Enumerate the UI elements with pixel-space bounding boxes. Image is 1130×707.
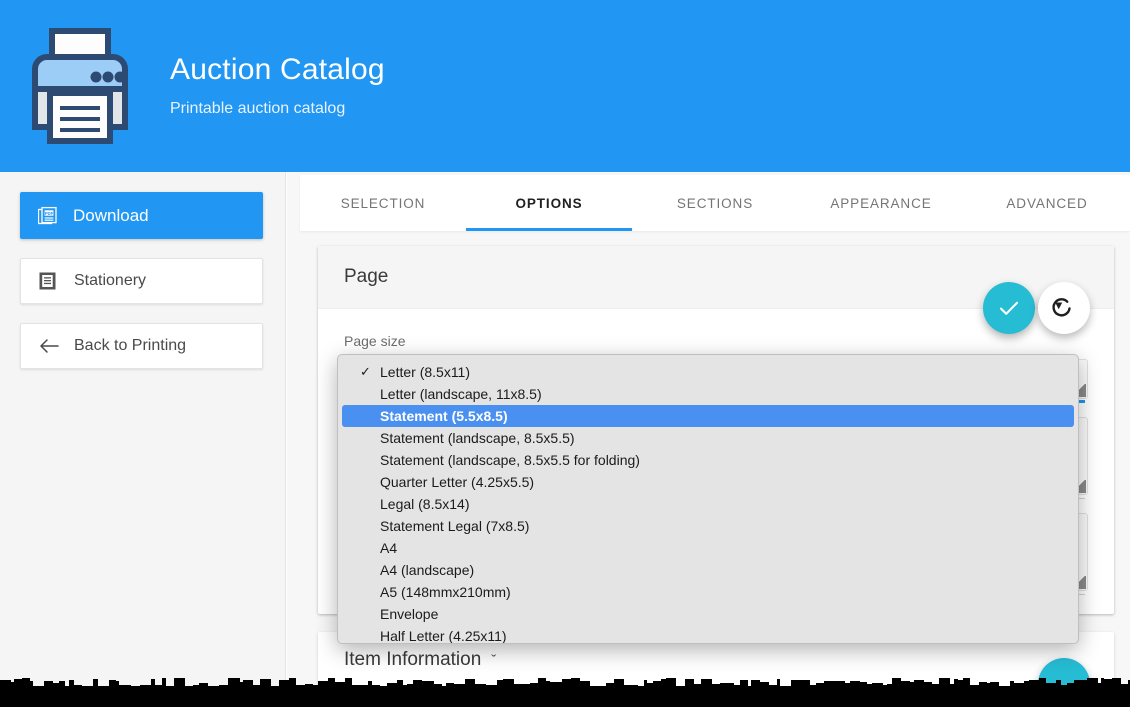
sidebar-item-download[interactable]: PDF Download [20, 192, 263, 239]
page-size-label: Page size [344, 333, 1088, 349]
dropdown-option-label: Legal (8.5x14) [380, 496, 470, 512]
tab-advanced[interactable]: ADVANCED [964, 175, 1130, 231]
dropdown-option-label: Statement (landscape, 8.5x5.5 for foldin… [380, 452, 640, 468]
dropdown-option[interactable]: Letter (landscape, 11x8.5) [338, 383, 1078, 405]
page-subtitle: Printable auction catalog [170, 99, 385, 119]
sidebar-item-label: Stationery [74, 272, 146, 290]
section-title: Item Information [344, 649, 481, 671]
pdf-file-icon: PDF [38, 206, 60, 226]
header-text-group: Auction Catalog Printable auction catalo… [170, 53, 385, 119]
dropdown-option[interactable]: Quarter Letter (4.25x5.5) [338, 471, 1078, 493]
dropdown-option[interactable]: A5 (148mmx210mm) [338, 581, 1078, 603]
check-icon: ✓ [360, 361, 371, 383]
tab-selection[interactable]: SELECTION [300, 175, 466, 231]
dropdown-option-label: Quarter Letter (4.25x5.5) [380, 474, 534, 490]
dropdown-option-label: Statement Legal (7x8.5) [380, 518, 529, 534]
dropdown-option-label: Statement (5.5x8.5) [380, 408, 508, 424]
undo-icon [1051, 295, 1077, 321]
chevron-down-icon: ˇ [491, 653, 496, 668]
dropdown-option-label: Letter (8.5x11) [380, 364, 470, 380]
dropdown-option-highlighted[interactable]: Statement (5.5x8.5) [342, 405, 1074, 427]
printer-icon [20, 21, 140, 151]
page-size-dropdown-popup[interactable]: ✓ Letter (8.5x11) Letter (landscape, 11x8… [337, 354, 1079, 644]
dropdown-option-label: A4 (landscape) [380, 562, 474, 578]
undo-fab[interactable] [1038, 282, 1090, 334]
dropdown-option[interactable]: Legal (8.5x14) [338, 493, 1078, 515]
sidebar-item-label: Back to Printing [74, 337, 186, 355]
stationery-icon [39, 271, 61, 291]
app-header: Auction Catalog Printable auction catalo… [0, 0, 1130, 172]
page-title: Auction Catalog [170, 53, 385, 87]
dropdown-option[interactable]: Statement (landscape, 8.5x5.5 for foldin… [338, 449, 1078, 471]
tab-bar: SELECTION OPTIONS SECTIONS APPEARANCE AD… [300, 175, 1130, 231]
sidebar: PDF Download Stationery [0, 172, 286, 707]
tab-options[interactable]: OPTIONS [466, 175, 632, 231]
arrow-left-icon [39, 336, 61, 356]
check-icon [997, 296, 1021, 320]
tab-appearance[interactable]: APPEARANCE [798, 175, 964, 231]
dropdown-option-label: Statement (landscape, 8.5x5.5) [380, 430, 575, 446]
dropdown-option-label: Letter (landscape, 11x8.5) [380, 386, 542, 402]
dropdown-option-label: Half Letter (4.25x11) [380, 628, 507, 644]
sidebar-item-stationery[interactable]: Stationery [20, 258, 263, 304]
app-root: Auction Catalog Printable auction catalo… [0, 0, 1130, 707]
dropdown-option[interactable]: A4 (landscape) [338, 559, 1078, 581]
dropdown-option-label: Envelope [380, 606, 438, 622]
tab-sections[interactable]: SECTIONS [632, 175, 798, 231]
dropdown-option[interactable]: Statement Legal (7x8.5) [338, 515, 1078, 537]
dropdown-option-label: A5 (148mmx210mm) [380, 584, 511, 600]
svg-text:PDF: PDF [45, 210, 54, 215]
dropdown-option-label: A4 [380, 540, 397, 556]
dropdown-option[interactable]: A4 [338, 537, 1078, 559]
bottom-fab[interactable] [1038, 658, 1090, 707]
dropdown-option[interactable]: Statement (landscape, 8.5x5.5) [338, 427, 1078, 449]
dropdown-option[interactable]: Envelope [338, 603, 1078, 625]
dropdown-option[interactable]: Half Letter (4.25x11) [338, 625, 1078, 644]
sidebar-item-label: Download [73, 206, 149, 226]
sidebar-item-back-to-printing[interactable]: Back to Printing [20, 323, 263, 369]
confirm-fab[interactable] [983, 282, 1035, 334]
card-title: Page [344, 266, 388, 288]
dropdown-option[interactable]: ✓ Letter (8.5x11) [338, 361, 1078, 383]
